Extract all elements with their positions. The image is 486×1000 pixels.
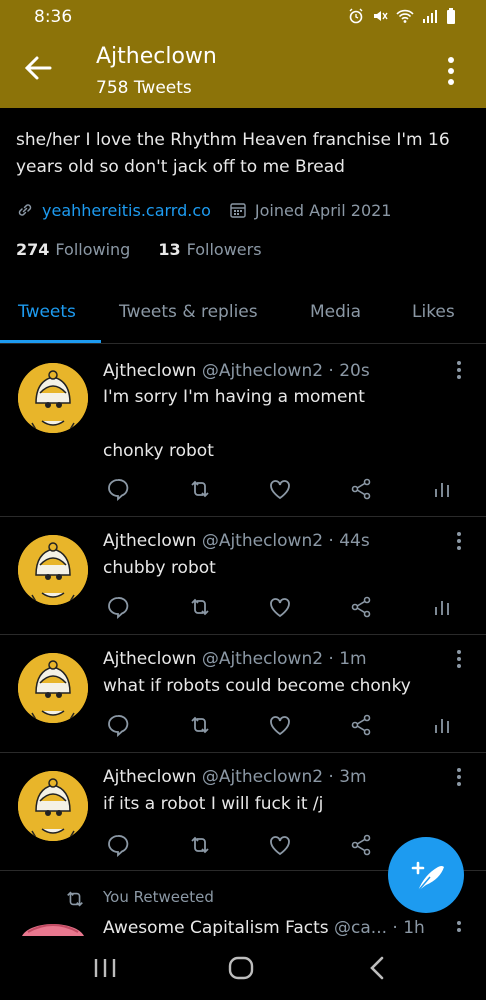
- tweet-text: what if robots could become chonky: [103, 676, 411, 696]
- battery-icon: [447, 8, 455, 24]
- analytics-icon[interactable]: [430, 477, 454, 501]
- tweet-author-name[interactable]: Ajtheclown: [103, 767, 196, 787]
- mute-icon: [374, 11, 388, 21]
- tweet-header: Ajtheclown @Ajtheclown2 · 3m: [103, 767, 367, 787]
- retweet-icon[interactable]: [188, 833, 212, 857]
- retweet-author-name[interactable]: Awesome Capitalism Facts: [103, 918, 329, 936]
- retweet-header: Awesome Capitalism Facts @ca... · 1h: [103, 918, 443, 936]
- header-profile-name: Ajtheclown: [96, 44, 217, 69]
- like-icon[interactable]: [268, 833, 292, 857]
- followers-label[interactable]: Followers: [187, 240, 262, 259]
- compose-tweet-button[interactable]: [388, 837, 464, 913]
- following-count[interactable]: 274: [16, 240, 49, 259]
- share-icon[interactable]: [349, 833, 373, 857]
- status-bar: 8:36: [0, 0, 486, 36]
- active-tab-indicator: [0, 340, 101, 343]
- tab-tweets[interactable]: Tweets: [18, 302, 76, 322]
- tweet-author-name[interactable]: Ajtheclown: [103, 649, 196, 669]
- tweet-actions: [104, 595, 454, 621]
- retweet-icon[interactable]: [188, 595, 212, 619]
- like-icon[interactable]: [268, 713, 292, 737]
- calendar-icon: [230, 203, 246, 218]
- reply-icon[interactable]: [106, 833, 130, 857]
- tab-media[interactable]: Media: [310, 302, 361, 322]
- reply-icon[interactable]: [106, 595, 130, 619]
- system-nav-bar: [0, 936, 486, 1000]
- system-back-icon[interactable]: [368, 956, 386, 980]
- tweet-item[interactable]: Ajtheclown @Ajtheclown2 · 44s chubby rob…: [0, 517, 486, 635]
- tweet-author-name[interactable]: Ajtheclown: [103, 361, 196, 381]
- profile-meta: yeahhereitis.carrd.co Joined April 2021: [16, 197, 391, 223]
- reply-icon[interactable]: [106, 713, 130, 737]
- avatar[interactable]: [18, 363, 88, 433]
- tweet-more-icon[interactable]: [455, 531, 463, 551]
- share-icon[interactable]: [349, 595, 373, 619]
- overflow-menu-icon[interactable]: [444, 56, 458, 86]
- analytics-icon[interactable]: [430, 595, 454, 619]
- retweet-icon[interactable]: [188, 713, 212, 737]
- link-icon: [18, 204, 32, 216]
- following-label[interactable]: Following: [55, 240, 130, 259]
- recent-apps-icon[interactable]: [93, 958, 117, 978]
- status-icons: [348, 8, 456, 24]
- signal-icon: [423, 10, 437, 23]
- profile-tabs: Tweets Tweets & replies Media Likes: [0, 294, 486, 344]
- tweet-text: chubby robot: [103, 558, 216, 578]
- tab-tweets-replies[interactable]: Tweets & replies: [119, 302, 258, 322]
- followers-count[interactable]: 13: [158, 240, 180, 259]
- tweet-actions: [104, 713, 454, 739]
- tweet-handle-time: @Ajtheclown2 · 3m: [201, 767, 367, 787]
- retweet-handle-time: @ca... · 1h: [334, 918, 425, 936]
- avatar[interactable]: [18, 535, 88, 605]
- home-icon[interactable]: [228, 956, 254, 980]
- avatar[interactable]: [18, 918, 88, 936]
- avatar[interactable]: [18, 653, 88, 723]
- follow-stats: 274 Following 13 Followers: [16, 240, 262, 259]
- retweet-label: You Retweeted: [103, 888, 214, 906]
- tweet-header: Ajtheclown @Ajtheclown2 · 20s: [103, 361, 370, 381]
- tweet-header: Ajtheclown @Ajtheclown2 · 1m: [103, 649, 367, 669]
- avatar[interactable]: [18, 771, 88, 841]
- tweet-more-icon[interactable]: [455, 920, 463, 936]
- tweet-handle-time: @Ajtheclown2 · 20s: [201, 361, 370, 381]
- tweet-item[interactable]: Ajtheclown @Ajtheclown2 · 1m what if rob…: [0, 635, 486, 753]
- retweeted-icon: [67, 891, 83, 907]
- profile-link[interactable]: yeahhereitis.carrd.co: [42, 201, 211, 220]
- alarm-icon: [349, 8, 363, 24]
- tweet-item[interactable]: Ajtheclown @Ajtheclown2 · 20s I'm sorry …: [0, 345, 486, 517]
- header-tweet-count: 758 Tweets: [96, 78, 192, 98]
- tweet-handle-time: @Ajtheclown2 · 44s: [201, 531, 370, 551]
- retweet-icon[interactable]: [188, 477, 212, 501]
- status-time: 8:36: [34, 7, 73, 27]
- tab-likes[interactable]: Likes: [412, 302, 455, 322]
- tweet-handle-time: @Ajtheclown2 · 1m: [201, 649, 367, 669]
- tweet-more-icon[interactable]: [455, 767, 463, 787]
- profile-bio: she/her I love the Rhythm Heaven franchi…: [16, 130, 450, 177]
- like-icon[interactable]: [268, 595, 292, 619]
- tweet-more-icon[interactable]: [455, 649, 463, 669]
- tweet-text: if its a robot I will fuck it /j: [103, 794, 324, 814]
- reply-icon[interactable]: [106, 477, 130, 501]
- analytics-icon[interactable]: [430, 713, 454, 737]
- tweet-text: I'm sorry I'm having a moment chonky rob…: [103, 387, 365, 461]
- tweet-author-name[interactable]: Ajtheclown: [103, 531, 196, 551]
- compose-feather-icon: [411, 861, 444, 892]
- back-arrow-icon[interactable]: [22, 52, 54, 84]
- like-icon[interactable]: [268, 477, 292, 501]
- share-icon[interactable]: [349, 477, 373, 501]
- joined-date: Joined April 2021: [254, 200, 392, 220]
- tweet-more-icon[interactable]: [455, 360, 463, 380]
- tweet-header: Ajtheclown @Ajtheclown2 · 44s: [103, 531, 370, 551]
- tweet-actions: [104, 477, 454, 503]
- profile-header-bar: 8:36 Ajtheclown 758 Tweets: [0, 0, 486, 108]
- wifi-icon: [396, 9, 414, 23]
- share-icon[interactable]: [349, 713, 373, 737]
